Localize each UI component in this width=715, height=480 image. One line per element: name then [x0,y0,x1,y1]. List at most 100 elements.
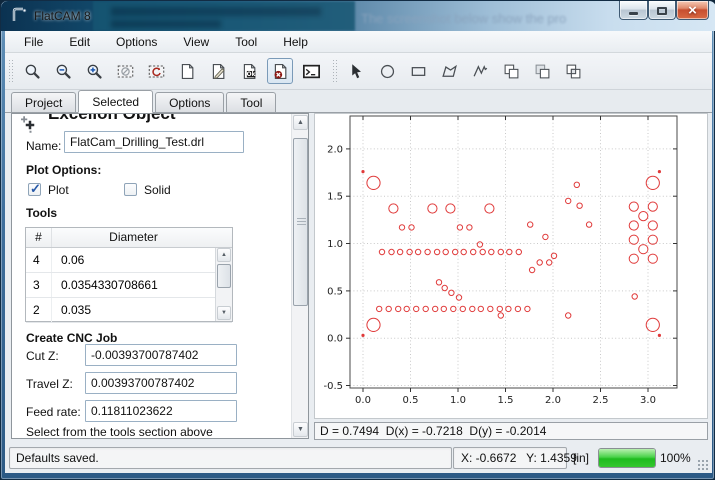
travel-z-input[interactable] [85,372,237,394]
table-row[interactable]: 40.06 [26,248,232,273]
drill-marker [386,306,391,311]
delete-object-button[interactable] [267,58,293,84]
replot-button[interactable] [143,58,169,84]
drill-marker [497,306,502,311]
drill-marker [639,212,648,221]
maximize-button[interactable] [648,1,676,20]
polygon-subtract-button[interactable] [529,58,555,84]
cell-tool-number[interactable]: 3 [26,273,52,297]
clear-plot-button[interactable] [112,58,138,84]
table-scrollbar-thumb[interactable] [217,264,231,288]
drill-marker [525,306,530,311]
tools-label: Tools [26,206,57,220]
status-message: Defaults saved. [9,447,452,469]
menu-bar: FileEditOptionsViewToolHelp [5,31,712,53]
cell-diameter[interactable]: 0.0354330708661 [52,273,215,297]
drill-marker [397,249,402,254]
draw-rectangle-button[interactable] [405,58,431,84]
solid-checkbox-label: Solid [144,183,171,197]
table-scroll-up-icon[interactable]: ▲ [217,248,231,262]
cell-tool-number[interactable]: 2 [26,298,52,322]
resize-grip[interactable] [697,459,709,471]
menu-item-view[interactable]: View [170,31,222,53]
drill-marker [566,313,571,318]
tools-table-scrollbar[interactable]: ▲ ▼ [215,248,232,321]
background-window-text: The screenshot below show the pro [361,11,611,29]
polygon-intersect-button[interactable] [560,58,586,84]
drill-marker [457,225,462,230]
draw-path-button[interactable] [467,58,493,84]
drill-marker [443,249,448,254]
menu-item-options[interactable]: Options [103,31,170,53]
panel-scroll-up-icon[interactable]: ▲ [293,115,308,130]
menu-item-help[interactable]: Help [270,31,321,53]
titlebar[interactable]: The screenshot below show the pro FlatCA… [1,1,715,31]
panel-scroll-down-icon[interactable]: ▼ [293,422,308,437]
drill-marker [377,306,382,311]
drill-marker [415,249,420,254]
toolbar-drag-handle-2[interactable] [332,59,338,83]
svg-text:2.5: 2.5 [593,395,609,406]
tools-hint-text: Select from the tools section above [26,425,213,439]
zoom-out-button[interactable] [50,58,76,84]
drill-marker [646,318,659,331]
draw-circle-button[interactable] [374,58,400,84]
drill-marker [629,221,638,230]
name-input[interactable] [64,131,244,153]
drill-marker [537,260,542,265]
tab-selected[interactable]: Selected [78,90,153,113]
drill-marker [396,306,401,311]
save-ok-button[interactable]: Ok [236,58,262,84]
tab-project[interactable]: Project [11,92,76,112]
plot-checkbox[interactable]: ✓ [28,183,41,196]
shell-button[interactable] [298,58,324,84]
select-pointer-button[interactable] [343,58,369,84]
column-header-number[interactable]: # [26,228,52,247]
minimize-button[interactable] [619,1,648,20]
column-header-diameter[interactable]: Diameter [52,228,215,247]
cell-diameter[interactable]: 0.06 [52,248,215,272]
close-button[interactable]: × [676,1,709,20]
polygon-union-button[interactable] [498,58,524,84]
select-pointer-icon [348,63,365,80]
drill-marker [648,202,657,211]
svg-text:0.0: 0.0 [355,395,371,406]
tab-tool[interactable]: Tool [226,92,276,112]
drill-marker [658,334,660,336]
drill-marker [658,171,660,173]
table-row[interactable]: 20.035 [26,298,232,323]
solid-checkbox[interactable] [124,183,137,196]
panel-scrollbar-thumb[interactable] [293,138,308,306]
svg-text:3.0: 3.0 [640,395,656,406]
zoom-fit-button[interactable] [19,58,45,84]
drill-marker [646,176,659,189]
drill-marker [379,249,384,254]
drill-marker [574,182,579,187]
drill-pattern-icon [20,115,40,140]
grid [350,116,677,388]
tools-table: # Diameter 40.0630.035433070866120.035 ▲… [25,227,233,322]
cell-diameter[interactable]: 0.035 [52,298,215,322]
drill-markers [362,171,661,337]
svg-text:1.0: 1.0 [450,395,466,406]
tab-options[interactable]: Options [155,92,224,112]
menu-item-edit[interactable]: Edit [56,31,103,53]
feed-rate-input[interactable] [85,400,237,422]
edit-file-button[interactable] [205,58,231,84]
new-file-button[interactable] [174,58,200,84]
panel-scrollbar[interactable]: ▲ ▼ [291,114,308,438]
name-label: Name: [26,139,61,153]
menu-item-tool[interactable]: Tool [222,31,270,53]
zoom-in-button[interactable] [81,58,107,84]
toolbar-drag-handle[interactable] [8,59,14,83]
plot-canvas[interactable]: 0.00.51.01.52.02.53.0-0.50.00.51.01.52.0 [314,113,708,419]
drill-marker [488,306,493,311]
menu-item-file[interactable]: File [11,31,56,53]
cell-tool-number[interactable]: 4 [26,248,52,272]
drill-marker [543,234,548,239]
table-scroll-down-icon[interactable]: ▼ [217,306,231,320]
flatcam-logo-icon [11,7,29,29]
cut-z-input[interactable] [85,344,237,366]
table-row[interactable]: 30.0354330708661 [26,273,232,298]
draw-polygon-button[interactable] [436,58,462,84]
